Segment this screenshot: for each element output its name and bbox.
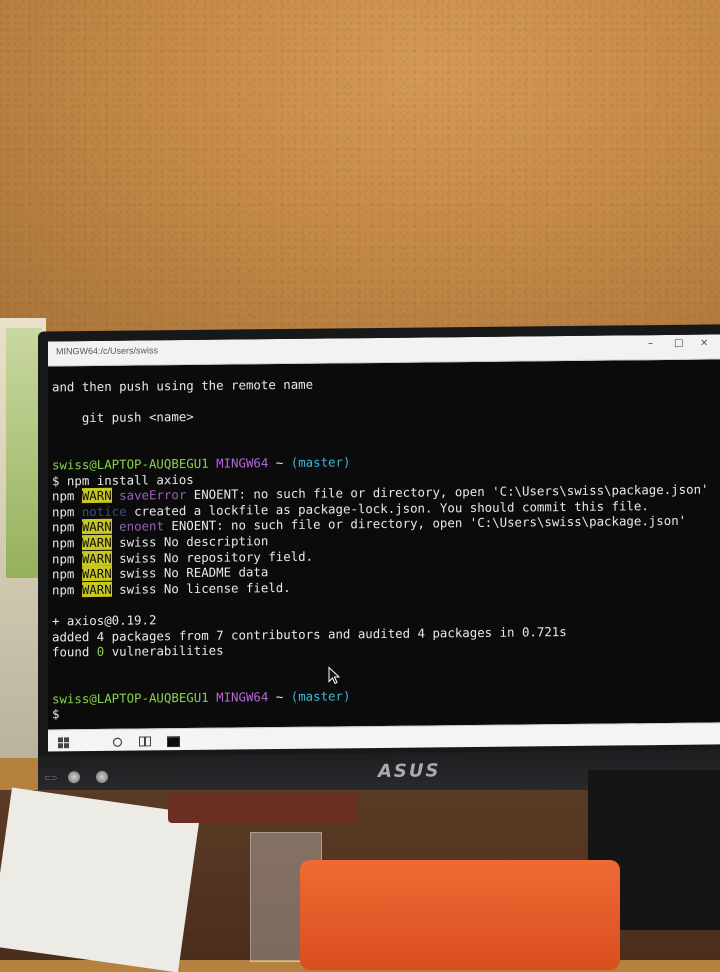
terminal-text: npm: [52, 566, 82, 582]
terminal-text: npm: [52, 535, 82, 551]
terminal-text: and then push using the remote name: [52, 376, 314, 395]
terminal-text: npm: [52, 488, 82, 504]
emergency-bivvy-pack: [300, 860, 620, 970]
wall-background: [0, 0, 720, 340]
mouse-cursor-icon: [328, 666, 341, 685]
mingw-terminal-icon[interactable]: [164, 732, 182, 752]
maximize-button[interactable]: □: [674, 338, 683, 349]
terminal-text: swiss@LAPTOP-AUQBEGU1: [52, 689, 217, 707]
cortana-icon[interactable]: [108, 733, 126, 751]
terminal-text: npm: [52, 503, 82, 520]
task-view-icon[interactable]: [136, 732, 154, 750]
terminal-text: vulnerabilities: [104, 642, 224, 659]
menu-knob: [96, 770, 108, 783]
terminal-text: (master): [290, 688, 351, 704]
terminal-text: + axios@0.19.2: [52, 612, 157, 629]
terminal-text: ~: [275, 688, 291, 704]
terminal-text: swiss No license field.: [111, 579, 291, 597]
terminal-text: MINGW64: [216, 455, 276, 471]
minimize-button[interactable]: –: [648, 338, 653, 349]
terminal-text: npm: [52, 519, 82, 535]
green-package: [6, 328, 42, 578]
windows-start-icon[interactable]: [54, 733, 72, 751]
terminal-text: MINGW64: [216, 688, 276, 705]
window-titlebar[interactable]: MINGW64:/c/Users/swiss – □ ×: [48, 334, 720, 367]
terminal-text: notice: [81, 503, 127, 519]
terminal-text: ~: [275, 454, 291, 471]
terminal-text: npm: [52, 581, 82, 598]
terminal-text: WARN: [81, 581, 112, 597]
monitor: MINGW64:/c/Users/swiss – □ × and then pu…: [38, 324, 720, 802]
terminal-text: WARN: [81, 565, 112, 582]
terminal-text: swiss No repository field.: [111, 548, 314, 566]
terminal-output[interactable]: and then push using the remote name git …: [52, 372, 716, 722]
terminal-text: npm: [52, 550, 82, 566]
power-knob: [68, 771, 80, 784]
terminal-text: WARN: [81, 534, 112, 551]
terminal-text: $: [52, 706, 60, 722]
terminal-text: $ npm install axios: [52, 471, 194, 488]
terminal-text: git push <name>: [52, 409, 194, 426]
terminal-text: enoent: [119, 518, 164, 535]
terminal-text: swiss No description: [111, 533, 269, 550]
terminal-text: WARN: [81, 487, 112, 504]
taskbar: [48, 722, 720, 752]
terminal-text: (master): [290, 454, 351, 470]
monitor-stand: [168, 793, 358, 823]
usb-port-icon: ⊂⊃: [44, 773, 58, 783]
asus-logo: ASUS: [378, 760, 441, 783]
close-button[interactable]: ×: [700, 338, 708, 349]
terminal-text: saveError: [119, 487, 187, 503]
terminal-text: swiss No README data: [111, 564, 269, 581]
screen: MINGW64:/c/Users/swiss – □ × and then pu…: [48, 334, 720, 752]
terminal-text: WARN: [81, 550, 112, 566]
terminal-text: swiss@LAPTOP-AUQBEGU1: [52, 455, 217, 473]
terminal-text: WARN: [81, 519, 112, 535]
terminal-text: found: [52, 644, 97, 660]
window-title: MINGW64:/c/Users/swiss: [56, 345, 159, 357]
